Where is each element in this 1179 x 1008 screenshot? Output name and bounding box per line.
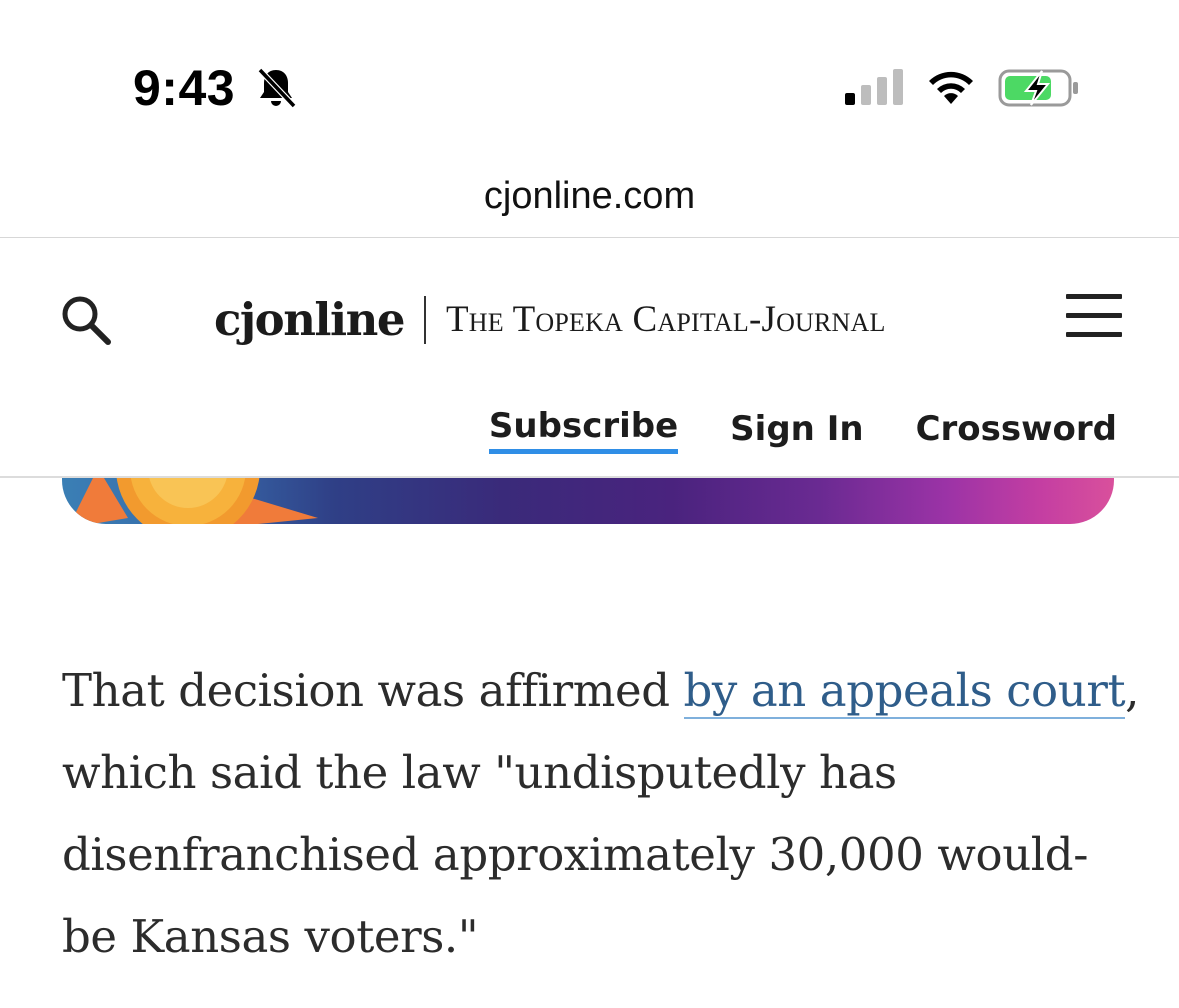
appeals-court-link[interactable]: by an appeals court — [683, 664, 1126, 719]
cellular-signal-icon — [845, 69, 903, 105]
status-bar: 9:43 — [0, 0, 1179, 150]
site-logo[interactable]: cjonline — [214, 290, 405, 350]
brand[interactable]: cjonline The Topeka Capital-Journal — [214, 290, 886, 350]
subscribe-link[interactable]: Subscribe — [488, 403, 679, 454]
paragraph-text-start: That decision was affirmed — [62, 664, 684, 717]
article-body: That decision was affirmed by an appeals… — [62, 650, 1142, 978]
search-icon[interactable] — [56, 290, 116, 350]
url-bar[interactable]: cjonline.com — [0, 160, 1179, 236]
wifi-icon — [929, 71, 973, 104]
sign-in-link[interactable]: Sign In — [730, 406, 863, 452]
url-text[interactable]: cjonline.com — [484, 158, 695, 234]
battery-charging-icon — [998, 69, 1078, 107]
status-time: 9:43 — [133, 60, 236, 116]
bell-slash-icon — [257, 67, 297, 109]
header-nav: Subscribe Sign In Crossword — [488, 403, 1117, 454]
article-paragraph: That decision was affirmed by an appeals… — [62, 650, 1142, 978]
banner-image — [62, 478, 1114, 524]
sun-graphic — [70, 478, 318, 524]
hamburger-menu-icon[interactable] — [1066, 294, 1122, 338]
crossword-link[interactable]: Crossword — [916, 406, 1117, 452]
newspaper-name[interactable]: The Topeka Capital-Journal — [446, 290, 886, 350]
site-header: cjonline The Topeka Capital-Journal Subs… — [0, 238, 1179, 476]
brand-separator — [423, 296, 426, 344]
